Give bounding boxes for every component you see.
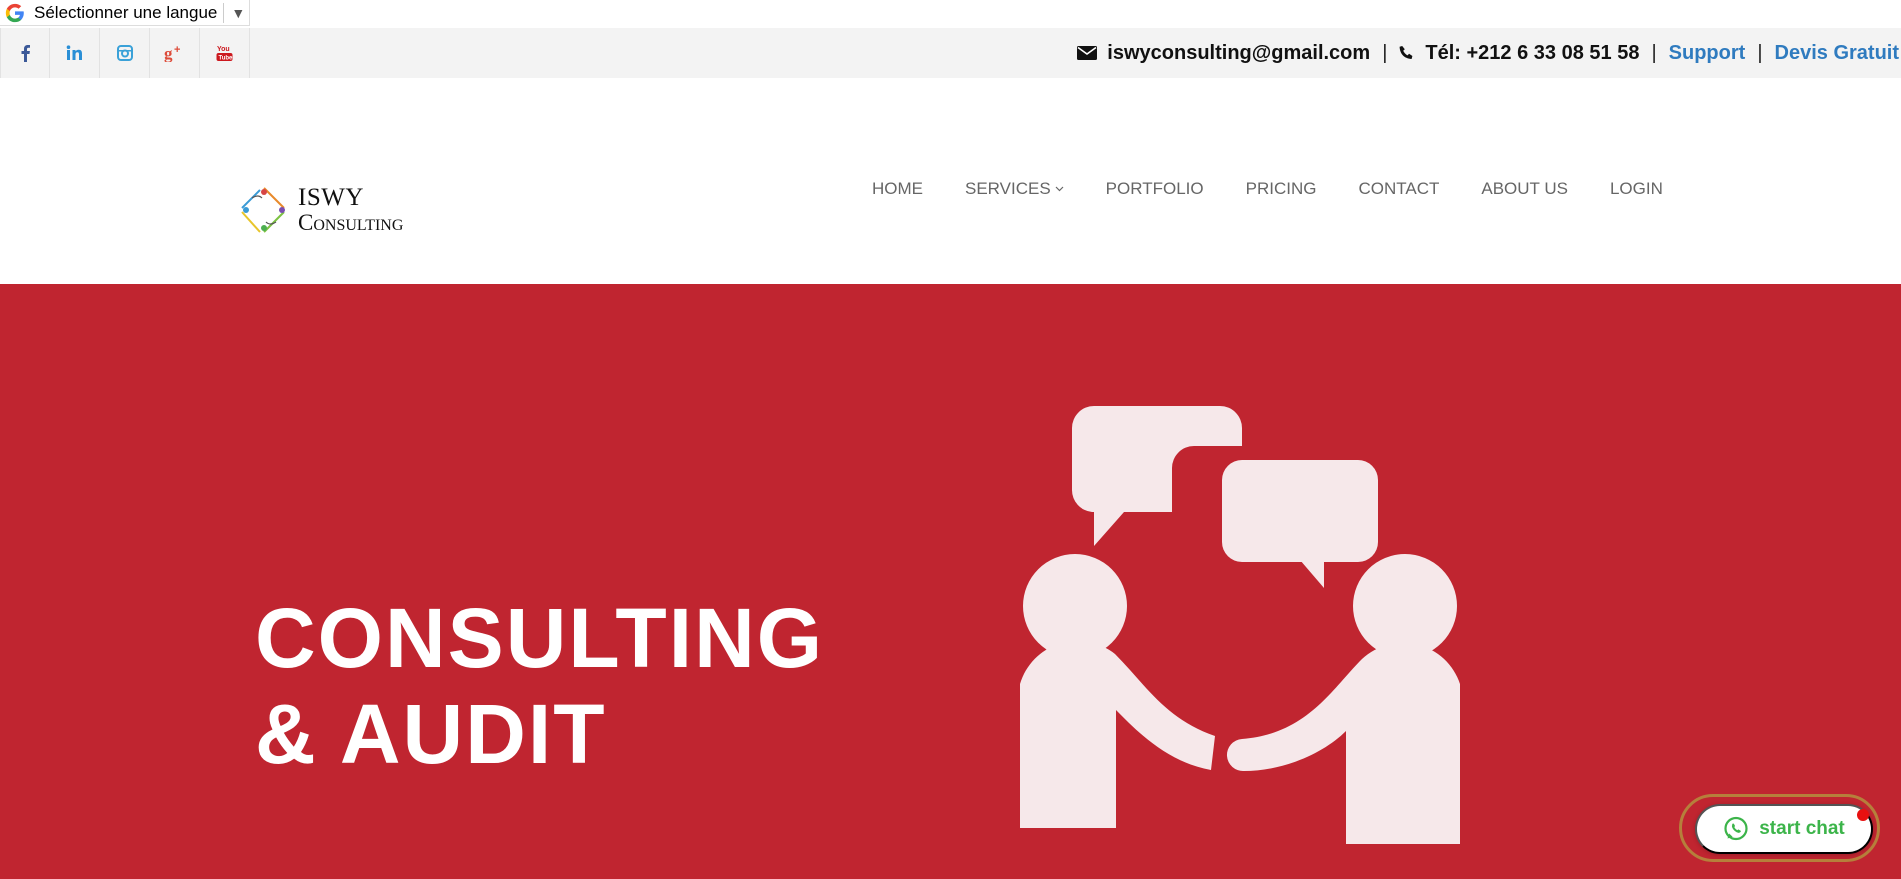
youtube-link[interactable]: You Tube: [200, 28, 250, 78]
site-header: ISWY Consulting HOME SERVICES PORTFOLIO …: [0, 78, 1901, 284]
chevron-down-icon: [1055, 184, 1064, 195]
nav-about[interactable]: ABOUT US: [1481, 179, 1568, 199]
divider: [223, 2, 225, 23]
notification-dot: [1857, 809, 1869, 821]
facebook-link[interactable]: [0, 28, 50, 78]
nav-home[interactable]: HOME: [872, 179, 923, 199]
site-logo[interactable]: ISWY Consulting: [238, 184, 403, 236]
nav-login-label: LOGIN: [1609, 179, 1663, 198]
hero-title-line-2: & AUDIT: [255, 687, 607, 781]
nav-services-label: SERVICES: [965, 179, 1051, 198]
start-chat-button[interactable]: start chat: [1695, 804, 1873, 854]
youtube-icon: You Tube: [216, 46, 233, 62]
logo-line-2: Consulting: [298, 210, 404, 236]
separator: |: [1382, 41, 1388, 64]
separator: |: [1757, 41, 1763, 64]
nav-contact-label: CONTACT: [1358, 179, 1440, 198]
google-plus-icon: g +: [164, 44, 180, 62]
nav-portfolio-label: PORTFOLIO: [1105, 179, 1204, 198]
instagram-link[interactable]: [100, 28, 150, 78]
facebook-icon: [21, 45, 30, 62]
nav-services[interactable]: SERVICES: [965, 179, 1064, 199]
language-selector-label: Sélectionner une langue: [34, 2, 218, 22]
top-bar: g + You Tube iswyconsulting@gmail.com | Té…: [0, 28, 1901, 78]
whatsapp-icon: [1724, 816, 1748, 841]
main-nav: HOME SERVICES PORTFOLIO PRICING CONTACT …: [872, 179, 1663, 199]
linkedin-link[interactable]: [50, 28, 100, 78]
google-plus-link[interactable]: g +: [150, 28, 200, 78]
logo-wordmark: ISWY Consulting: [298, 183, 404, 236]
social-links: g + You Tube: [0, 28, 250, 78]
instagram-icon: [116, 45, 133, 61]
logo-line-1: ISWY: [298, 183, 364, 211]
svg-text:+: +: [174, 44, 180, 56]
phone-number[interactable]: Tél: +212 6 33 08 51 58: [1425, 42, 1639, 65]
nav-about-label: ABOUT US: [1481, 179, 1568, 198]
language-selector[interactable]: Sélectionner une langue ▼: [0, 0, 250, 26]
start-chat-label: start chat: [1759, 818, 1845, 839]
envelope-icon: [1077, 45, 1098, 61]
svg-text:Tube: Tube: [218, 56, 233, 62]
consulting-handshake-icon: [1020, 406, 1460, 844]
hero-title-line-1: CONSULTING: [255, 591, 825, 685]
logo-mark-icon: [241, 187, 285, 233]
nav-pricing-label: PRICING: [1245, 179, 1317, 198]
svg-text:g: g: [164, 44, 173, 62]
page: Sélectionner une langue ▼ g + You Tube i…: [0, 0, 1901, 879]
support-link[interactable]: Support: [1669, 42, 1746, 65]
separator: |: [1651, 41, 1657, 64]
email-link[interactable]: iswyconsulting@gmail.com: [1107, 42, 1370, 65]
nav-contact[interactable]: CONTACT: [1358, 179, 1439, 199]
nav-pricing[interactable]: PRICING: [1246, 179, 1317, 199]
dropdown-arrow-icon: ▼: [231, 4, 246, 21]
nav-login[interactable]: LOGIN: [1610, 179, 1663, 199]
free-quote-link[interactable]: Devis Gratuit: [1775, 42, 1899, 65]
linkedin-icon: [66, 45, 82, 60]
contact-info: iswyconsulting@gmail.com | Tél: +212 6 3…: [1077, 28, 1899, 78]
google-icon: [5, 3, 24, 22]
nav-home-label: HOME: [872, 179, 923, 198]
hero-banner: CONSULTING & AUDIT: [0, 284, 1901, 879]
svg-text:You: You: [217, 46, 230, 53]
phone-icon: [1399, 45, 1415, 61]
hero-title: CONSULTING & AUDIT: [255, 590, 824, 782]
nav-portfolio[interactable]: PORTFOLIO: [1106, 179, 1204, 199]
